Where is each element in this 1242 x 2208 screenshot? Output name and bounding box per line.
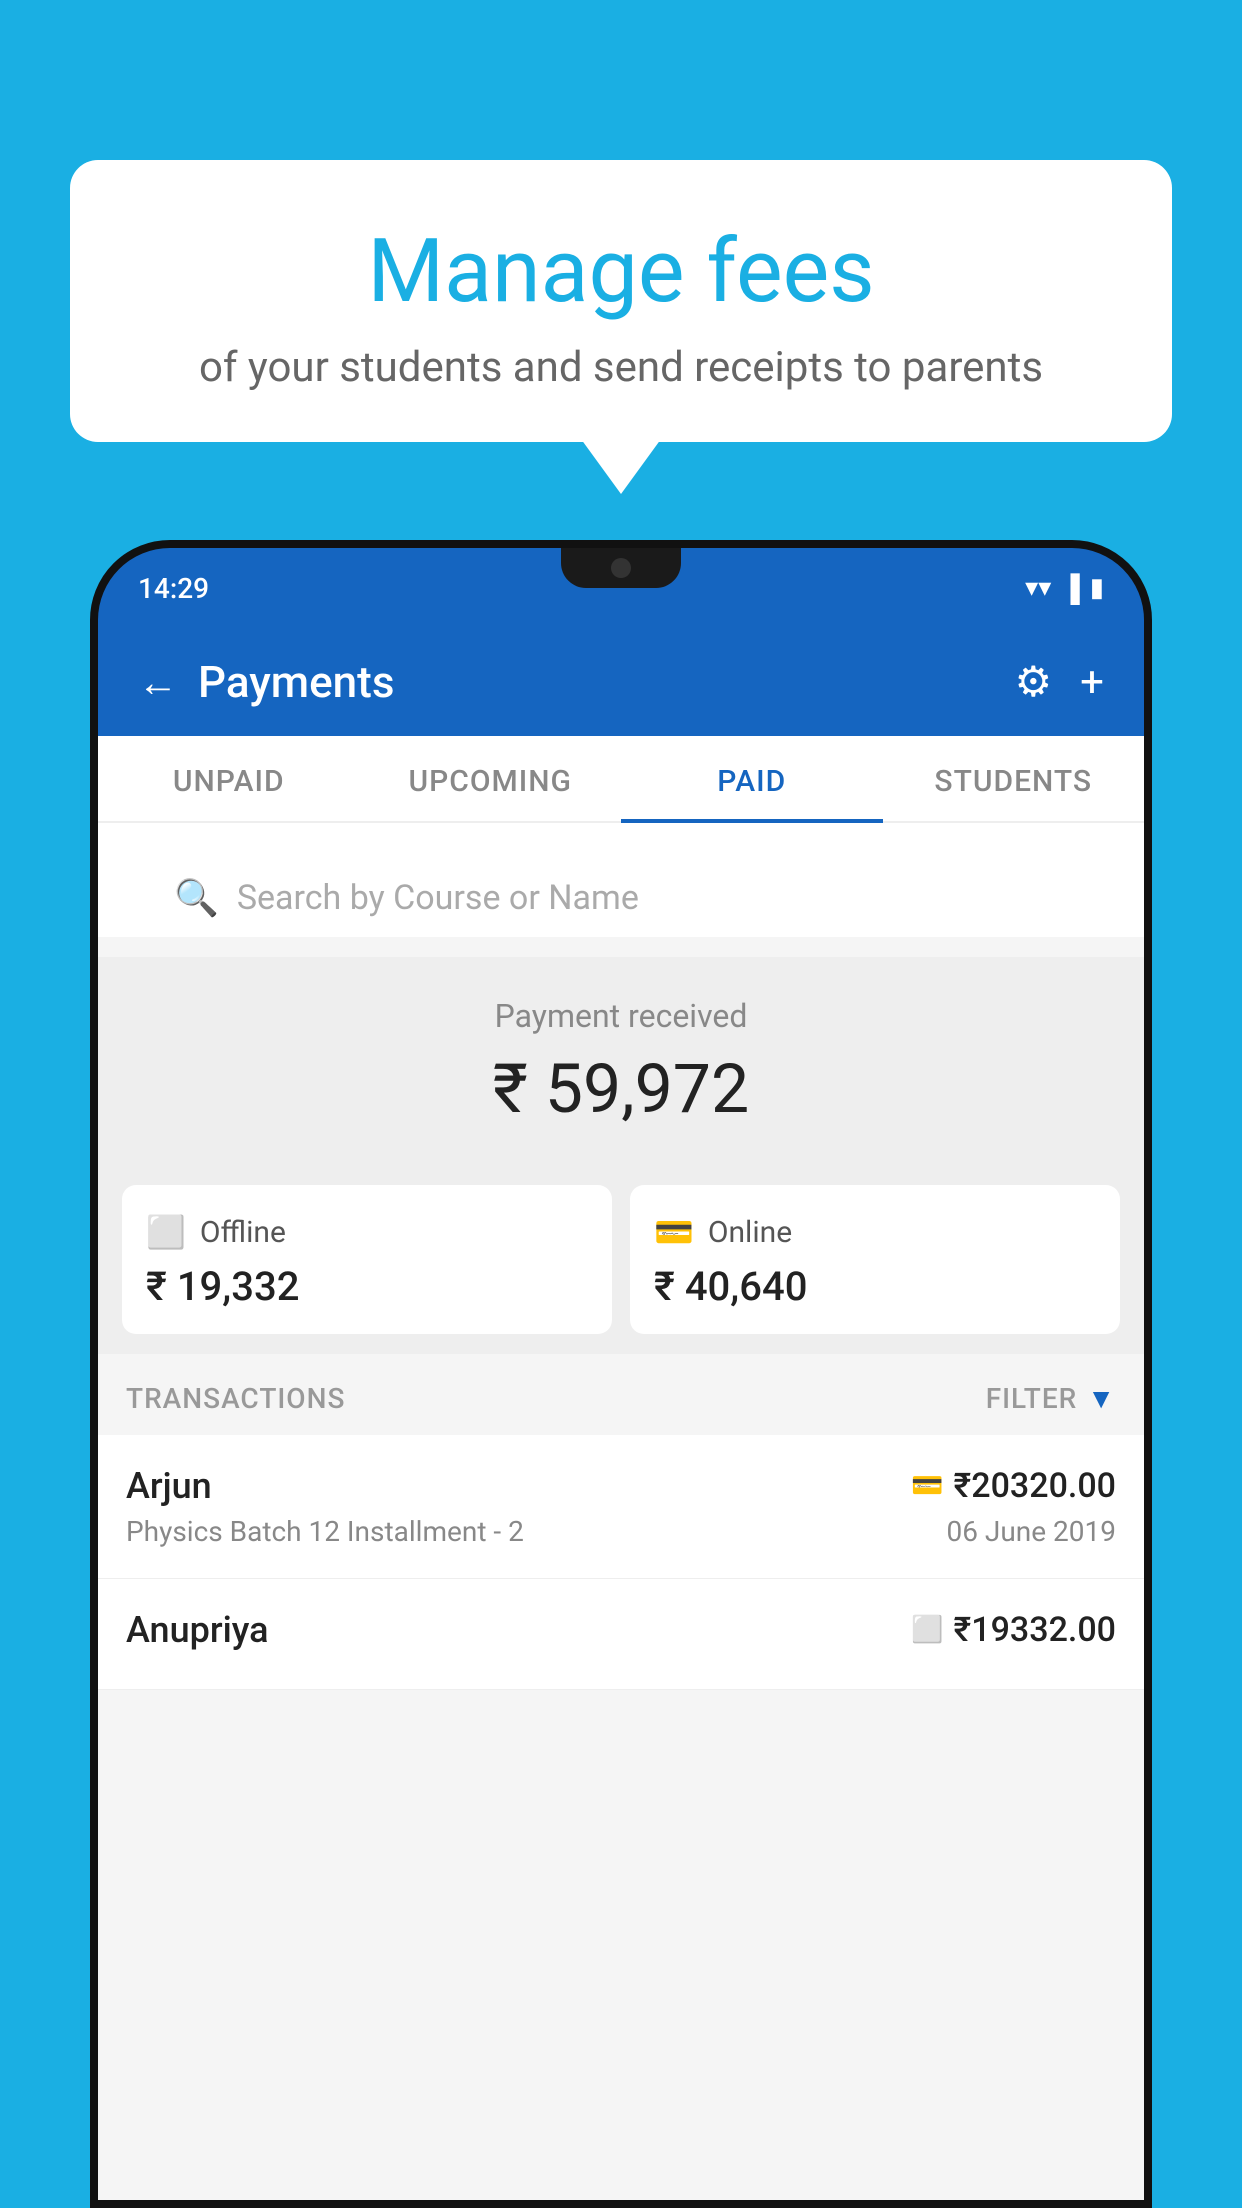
card-icon: 💳 bbox=[911, 1471, 943, 1501]
filter-label: FILTER bbox=[986, 1382, 1078, 1415]
bubble-title: Manage fees bbox=[120, 220, 1122, 323]
online-label: Online bbox=[708, 1215, 792, 1250]
app-header: ← Payments ⚙ + bbox=[98, 628, 1144, 736]
transaction-top: Arjun 💳 ₹20320.00 bbox=[126, 1465, 1116, 1507]
search-placeholder: Search by Course or Name bbox=[237, 878, 639, 918]
status-icons: ▾▾ ▐ ▮ bbox=[1025, 573, 1104, 604]
offline-payment-icon: ⬜ bbox=[911, 1615, 943, 1645]
search-icon: 🔍 bbox=[174, 877, 219, 919]
page-title: Payments bbox=[198, 656, 394, 708]
search-bar[interactable]: 🔍 Search by Course or Name bbox=[146, 859, 1096, 937]
online-card-header: 💳 Online bbox=[654, 1213, 1096, 1251]
payment-received-label: Payment received bbox=[118, 997, 1124, 1035]
battery-icon: ▮ bbox=[1090, 573, 1104, 603]
transaction-name: Arjun bbox=[126, 1465, 212, 1507]
transaction-amount-wrap: ⬜ ₹19332.00 bbox=[911, 1610, 1116, 1650]
offline-amount: ₹ 19,332 bbox=[146, 1263, 588, 1310]
transaction-desc: Physics Batch 12 Installment - 2 bbox=[126, 1515, 524, 1548]
app-header-left: ← Payments bbox=[138, 656, 394, 708]
back-button[interactable]: ← bbox=[138, 659, 178, 706]
tabs-bar: UNPAID UPCOMING PAID STUDENTS bbox=[98, 736, 1144, 823]
phone-frame: 14:29 ▾▾ ▐ ▮ ← Payments ⚙ + UNPAID UPCOM… bbox=[90, 540, 1152, 2208]
offline-card-header: ⬜ Offline bbox=[146, 1213, 588, 1251]
transactions-label: TRANSACTIONS bbox=[126, 1382, 345, 1415]
bubble-subtitle: of your students and send receipts to pa… bbox=[120, 343, 1122, 392]
camera-dot bbox=[611, 558, 631, 578]
transaction-bottom: Physics Batch 12 Installment - 2 06 June… bbox=[126, 1515, 1116, 1548]
wifi-icon: ▾▾ bbox=[1025, 573, 1051, 603]
tab-students[interactable]: STUDENTS bbox=[883, 736, 1145, 821]
online-amount: ₹ 40,640 bbox=[654, 1263, 1096, 1310]
transaction-top: Anupriya ⬜ ₹19332.00 bbox=[126, 1609, 1116, 1651]
header-actions: ⚙ + bbox=[1015, 657, 1105, 707]
payment-cards: ⬜ Offline ₹ 19,332 💳 Online ₹ 40,640 bbox=[98, 1165, 1144, 1354]
tab-upcoming[interactable]: UPCOMING bbox=[360, 736, 622, 821]
transaction-row[interactable]: Anupriya ⬜ ₹19332.00 bbox=[98, 1579, 1144, 1690]
transaction-name: Anupriya bbox=[126, 1609, 269, 1651]
transaction-amount: ₹19332.00 bbox=[954, 1610, 1116, 1650]
payment-total-amount: ₹ 59,972 bbox=[118, 1049, 1124, 1129]
settings-button[interactable]: ⚙ bbox=[1015, 657, 1053, 707]
speech-bubble: Manage fees of your students and send re… bbox=[70, 160, 1172, 442]
filter-button[interactable]: FILTER ▼ bbox=[986, 1382, 1116, 1415]
tab-unpaid[interactable]: UNPAID bbox=[98, 736, 360, 821]
phone-notch bbox=[561, 548, 681, 588]
transaction-date: 06 June 2019 bbox=[946, 1515, 1116, 1548]
transaction-row[interactable]: Arjun 💳 ₹20320.00 Physics Batch 12 Insta… bbox=[98, 1435, 1144, 1579]
payment-summary: Payment received ₹ 59,972 bbox=[98, 957, 1144, 1165]
add-button[interactable]: + bbox=[1080, 658, 1104, 707]
status-bar: 14:29 ▾▾ ▐ ▮ bbox=[98, 548, 1144, 628]
signal-icon: ▐ bbox=[1061, 573, 1079, 604]
online-card: 💳 Online ₹ 40,640 bbox=[630, 1185, 1120, 1334]
phone-screen: ← Payments ⚙ + UNPAID UPCOMING PAID STUD… bbox=[98, 628, 1144, 2200]
transaction-amount: ₹20320.00 bbox=[954, 1466, 1116, 1506]
filter-icon: ▼ bbox=[1087, 1382, 1116, 1415]
transactions-header: TRANSACTIONS FILTER ▼ bbox=[98, 1354, 1144, 1435]
online-icon: 💳 bbox=[654, 1213, 694, 1251]
tab-paid[interactable]: PAID bbox=[621, 736, 883, 821]
offline-label: Offline bbox=[200, 1215, 286, 1250]
transaction-amount-wrap: 💳 ₹20320.00 bbox=[911, 1466, 1116, 1506]
offline-card: ⬜ Offline ₹ 19,332 bbox=[122, 1185, 612, 1334]
status-time: 14:29 bbox=[138, 572, 209, 605]
offline-icon: ⬜ bbox=[146, 1213, 186, 1251]
